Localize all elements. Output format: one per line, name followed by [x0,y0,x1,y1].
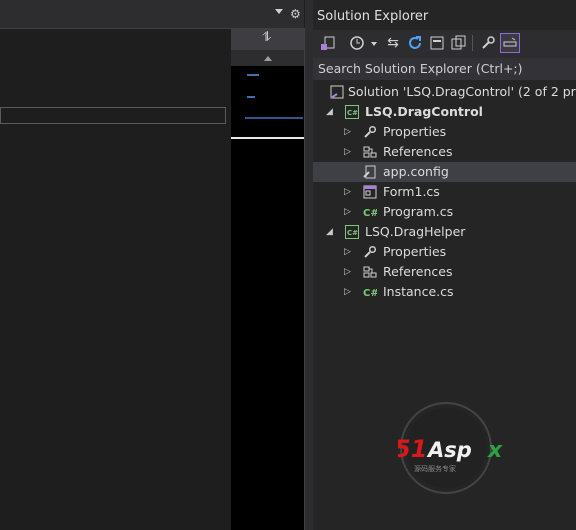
collapsed-arrow-icon[interactable]: ▷ [344,142,351,162]
csharp-icon: C# [363,205,379,219]
tree-item[interactable]: app.config [313,162,576,182]
split-icon[interactable]: ⥮ [262,31,271,45]
divider [0,28,231,29]
collapsed-arrow-icon[interactable]: ▷ [344,202,351,222]
tree-item[interactable]: ▷ Properties [313,122,576,142]
chevron-down-icon[interactable] [371,42,377,46]
references-icon [363,265,377,279]
collapsed-arrow-icon[interactable]: ▷ [344,262,351,282]
svg-text:C#: C# [347,229,358,237]
config-icon [363,165,377,179]
editor-text-field[interactable] [0,107,226,124]
form-icon [363,185,377,199]
tree-item-label: LSQ.DragHelper [365,224,466,239]
tree-item[interactable]: ▷ Properties [313,242,576,262]
minimap-line [245,117,303,119]
tree-item-label: Solution 'LSQ.DragControl' (2 of 2 proje… [348,84,576,99]
toolbar-separator [472,35,473,51]
svg-text:源码服务专家: 源码服务专家 [414,464,456,473]
csproj-icon: C# [345,105,359,119]
tree-item-label: Properties [383,124,447,139]
tree-item[interactable]: Solution 'LSQ.DragControl' (2 of 2 proje… [313,82,576,102]
csproj-icon: C# [345,225,359,239]
collapse-icon[interactable] [427,33,447,53]
collapsed-arrow-icon[interactable]: ▷ [344,122,351,142]
references-icon [363,145,377,159]
search-input[interactable]: Search Solution Explorer (Ctrl+;) [318,61,523,77]
splitter[interactable] [305,0,313,530]
editor-nav-bar [0,0,304,28]
code-editor[interactable] [0,0,231,530]
tree-item[interactable]: ◢ C# LSQ.DragHelper [313,222,576,242]
copy-icon[interactable] [449,33,469,53]
panel-title: Solution Explorer [317,9,429,24]
solution-icon [330,85,344,99]
tree-item-label: app.config [383,164,449,179]
home-icon[interactable] [318,33,338,53]
minimap-line [247,74,259,76]
tree-item-label: References [383,144,453,159]
tree-item-label: Program.cs [383,204,454,219]
tree-item[interactable]: ▷ C# Instance.cs [313,282,576,302]
svg-text:C#: C# [363,208,377,219]
sync-icon[interactable]: ⇆ [383,33,403,53]
refresh-icon[interactable] [405,33,425,53]
preview-icon[interactable] [500,33,520,53]
collapsed-arrow-icon[interactable]: ▷ [344,242,351,262]
tree-item[interactable]: ▷ C# Program.cs [313,202,576,222]
wrench-icon [363,125,377,139]
collapsed-arrow-icon[interactable]: ▷ [344,282,351,302]
wrench-icon[interactable] [478,33,498,53]
svg-text:C#: C# [363,288,377,299]
watermark: 51 Asp x 源码服务专家 [394,401,518,496]
tree-item-label: Instance.cs [383,284,454,299]
chevron-down-icon[interactable] [275,9,283,14]
svg-text:x: x [487,438,503,463]
tree-item-label: References [383,264,453,279]
tree-item[interactable]: ▷ References [313,262,576,282]
svg-text:C#: C# [347,109,358,117]
tree-item[interactable]: ▷ Form1.cs [313,182,576,202]
expanded-arrow-icon[interactable]: ◢ [326,222,333,242]
history-icon[interactable] [347,33,367,53]
tree-item-label: Properties [383,244,447,259]
collapsed-arrow-icon[interactable]: ▷ [344,182,351,202]
scroll-up-arrow-icon[interactable] [264,56,272,61]
minimap-viewport-indicator[interactable] [231,137,304,139]
tree-item[interactable]: ◢ C# LSQ.DragControl [313,102,576,122]
minimap-line [247,96,255,98]
expanded-arrow-icon[interactable]: ◢ [326,102,333,122]
tree-item-label: Form1.cs [383,184,440,199]
tree-item[interactable]: ▷ References [313,142,576,162]
gear-icon[interactable]: ⚙ [290,7,301,21]
minimap[interactable] [231,66,304,530]
svg-text:51: 51 [398,435,427,463]
csharp-icon: C# [363,285,379,299]
watermark-logo-icon: 51 Asp x 源码服务专家 [394,402,503,494]
wrench-icon [363,245,377,259]
tree-item-label: LSQ.DragControl [365,104,483,119]
svg-text:Asp: Asp [426,438,472,462]
